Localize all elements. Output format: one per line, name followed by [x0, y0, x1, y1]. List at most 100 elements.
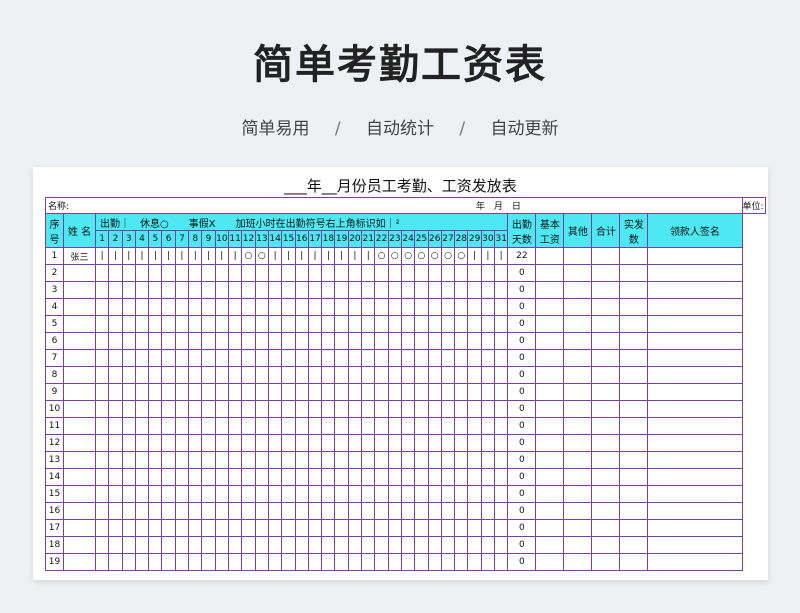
row-employee-name: [63, 519, 96, 537]
day-cell: [374, 264, 389, 282]
day-cell: [201, 417, 216, 435]
day-cell: [387, 434, 402, 452]
day-cell: [400, 468, 416, 486]
day-cell: [108, 553, 123, 571]
day-cell: [174, 366, 190, 384]
spreadsheet-preview: ___年__月份员工考勤、工资发放表 名称:年 月 日单位: 元序号姓 名出勤｜…: [33, 167, 768, 580]
day-cell: [121, 332, 136, 350]
day-cell: [241, 400, 256, 418]
day-cell: [454, 349, 469, 367]
row-employee-name: [63, 298, 96, 316]
day-cell: [241, 417, 256, 435]
day-cell: [440, 366, 456, 384]
table-row: 30: [45, 281, 766, 299]
day-cell: [480, 553, 496, 571]
day-cell: [94, 434, 110, 452]
day-cell: [414, 400, 429, 418]
day-cell: [440, 349, 456, 367]
day-cell: [134, 332, 150, 350]
day-cell: [387, 519, 402, 537]
row-seq: 1: [45, 247, 64, 265]
day-cell: [254, 502, 270, 520]
day-cell: [454, 553, 469, 571]
day-cell: [454, 366, 469, 384]
day-cell: [454, 451, 469, 469]
day-cell: [201, 536, 216, 554]
row-other: [563, 502, 593, 520]
row-employee-name: [63, 281, 96, 299]
day-cell: [347, 315, 363, 333]
day-cell: [174, 332, 190, 350]
row-signature: [647, 536, 743, 554]
day-cell: [321, 485, 336, 503]
day-cell: ○: [440, 247, 456, 265]
table-row: 18 0: [45, 536, 766, 554]
row-other: [563, 519, 593, 537]
day-cell: [361, 332, 376, 350]
day-header: 31: [494, 230, 509, 248]
day-cell: [188, 281, 203, 299]
day-cell: [361, 485, 376, 503]
day-cell: [361, 553, 376, 571]
row-days-attended: 0: [507, 553, 537, 571]
day-cell: [307, 502, 323, 520]
row-seq: 13: [45, 451, 64, 469]
day-cell: [227, 519, 243, 537]
row-base-pay: [535, 536, 565, 554]
row-employee-name: [63, 536, 96, 554]
day-cell: [267, 400, 283, 418]
day-cell: [201, 366, 216, 384]
day-cell: [161, 553, 176, 571]
day-cell: [267, 468, 283, 486]
day-cell: [108, 298, 123, 316]
day-header: 23: [387, 230, 402, 248]
page-title: 简单考勤工资表: [253, 42, 547, 88]
day-cell: [467, 315, 482, 333]
row-seq: 5: [45, 315, 64, 333]
day-cell: [281, 298, 296, 316]
day-cell: [494, 468, 509, 486]
day-cell: [387, 553, 402, 571]
day-cell: [414, 485, 429, 503]
day-cell: [427, 468, 442, 486]
day-cell: [281, 519, 296, 537]
day-cell: [201, 298, 216, 316]
header-seq: 序号: [45, 213, 64, 248]
day-cell: |: [94, 247, 110, 265]
row-actual-pay: [619, 485, 649, 503]
day-cell: [148, 281, 163, 299]
day-cell: [307, 400, 323, 418]
row-base-pay: [535, 485, 565, 503]
day-cell: [454, 536, 469, 554]
day-cell: [321, 417, 336, 435]
day-cell: [161, 383, 176, 401]
day-cell: [94, 519, 110, 537]
row-employee-name: [63, 264, 96, 282]
day-cell: [294, 519, 309, 537]
day-cell: [174, 536, 190, 554]
day-cell: [321, 536, 336, 554]
day-cell: [347, 485, 363, 503]
day-cell: [467, 519, 482, 537]
day-cell: [334, 536, 349, 554]
day-cell: [307, 519, 323, 537]
row-signature: [647, 332, 743, 350]
row-days-attended: 0: [507, 264, 537, 282]
feature-separator: /: [459, 119, 466, 139]
day-cell: [454, 468, 469, 486]
day-cell: [121, 400, 136, 418]
row-base-pay: [535, 434, 565, 452]
day-cell: |: [134, 247, 150, 265]
day-cell: [321, 264, 336, 282]
day-cell: [480, 417, 496, 435]
day-cell: [414, 332, 429, 350]
row-seq: 9: [45, 383, 64, 401]
day-cell: [361, 349, 376, 367]
day-cell: [174, 264, 190, 282]
day-cell: [174, 468, 190, 486]
row-employee-name: [63, 434, 96, 452]
day-cell: [494, 332, 509, 350]
row-days-attended: 0: [507, 298, 537, 316]
day-cell: [188, 264, 203, 282]
day-cell: [241, 315, 256, 333]
